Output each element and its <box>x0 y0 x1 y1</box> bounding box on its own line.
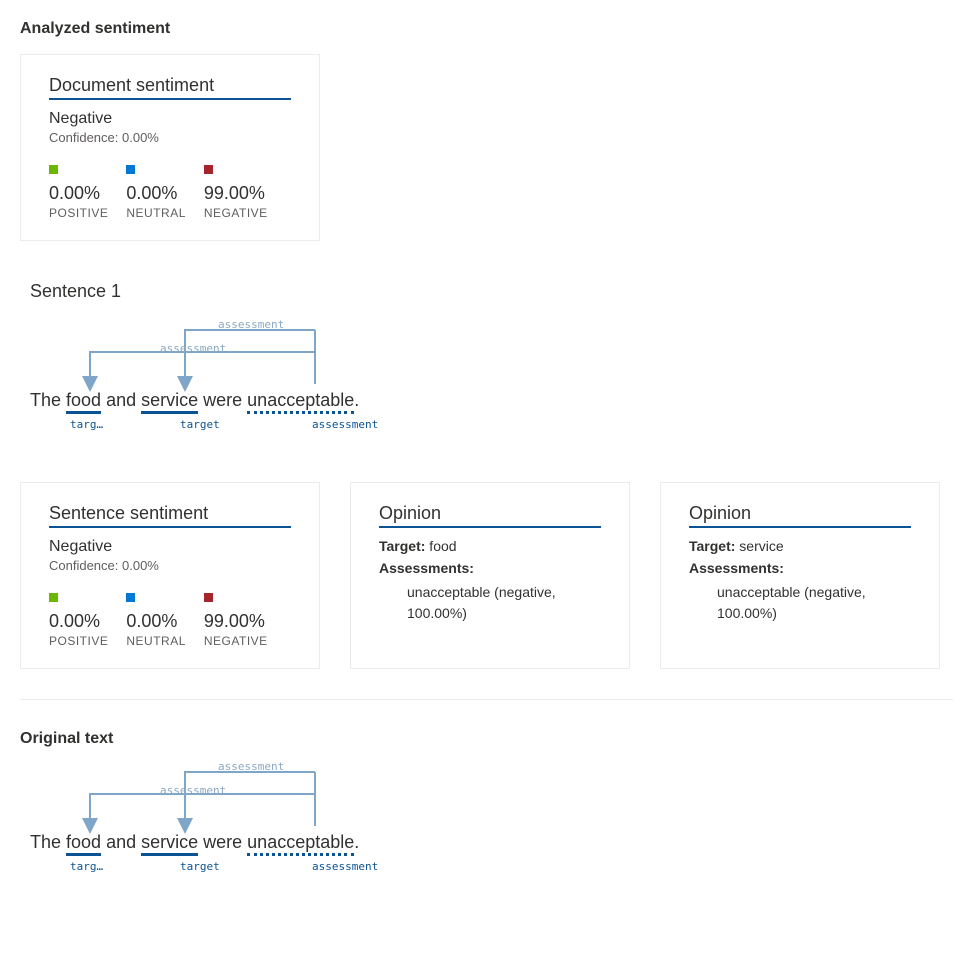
token-the-b: The <box>30 832 66 852</box>
sent-score-negative: 99.00% NEGATIVE <box>204 593 268 648</box>
sentence-verdict: Negative <box>49 538 291 556</box>
token-period: . <box>354 390 359 410</box>
token-and-b: and <box>101 832 141 852</box>
token-food-b: food <box>66 832 101 856</box>
sentence-cards-row: Sentence sentiment Negative Confidence: … <box>20 482 953 669</box>
token-label-assessment-b: assessment <box>312 860 378 873</box>
sent-neutral-label: NEUTRAL <box>126 634 186 648</box>
sentence-confidence: Confidence: 0.00% <box>49 558 291 573</box>
opinion-2-title: Opinion <box>689 503 911 528</box>
original-diagram: assessment assessment The food and servi… <box>30 764 953 884</box>
opinion-2-target: Target: service <box>689 538 911 554</box>
negative-value: 99.00% <box>204 183 268 204</box>
token-were-b: were <box>198 832 247 852</box>
dependency-arrows <box>30 322 470 392</box>
neutral-label: NEUTRAL <box>126 206 186 220</box>
opinion-1-title: Opinion <box>379 503 601 528</box>
opinion-card-2: Opinion Target: service Assessments: una… <box>660 482 940 669</box>
document-scores: 0.00% POSITIVE 0.00% NEUTRAL 99.00% NEGA… <box>49 165 291 220</box>
document-sentiment-title: Document sentiment <box>49 75 291 100</box>
arrow-label-1: assessment <box>218 318 284 331</box>
positive-value: 0.00% <box>49 183 108 204</box>
document-confidence: Confidence: 0.00% <box>49 130 291 145</box>
opinion-card-1: Opinion Target: food Assessments: unacce… <box>350 482 630 669</box>
section-divider <box>20 699 953 700</box>
positive-label: POSITIVE <box>49 206 108 220</box>
sent-neutral-value: 0.00% <box>126 611 186 632</box>
sent-negative-value: 99.00% <box>204 611 268 632</box>
negative-label: NEGATIVE <box>204 206 268 220</box>
token-were: were <box>198 390 247 410</box>
sent-score-neutral: 0.00% NEUTRAL <box>126 593 186 648</box>
sentence-scores: 0.00% POSITIVE 0.00% NEUTRAL 99.00% NEGA… <box>49 593 291 648</box>
sent-negative-label: NEGATIVE <box>204 634 268 648</box>
score-positive: 0.00% POSITIVE <box>49 165 108 220</box>
sentence-diagram: assessment assessment The food and servi… <box>30 322 953 442</box>
token-the: The <box>30 390 66 410</box>
token-and: and <box>101 390 141 410</box>
opinion-2-assess-label: Assessments: <box>689 560 911 576</box>
token-unacceptable: unacceptable <box>247 390 354 414</box>
section-title-analyzed: Analyzed sentiment <box>20 20 953 38</box>
token-label-service-b: target <box>180 860 220 873</box>
score-negative: 99.00% NEGATIVE <box>204 165 268 220</box>
token-service-b: service <box>141 832 198 856</box>
neutral-swatch-icon <box>126 593 135 602</box>
section-title-original: Original text <box>20 730 953 748</box>
token-unacceptable-b: unacceptable <box>247 832 354 856</box>
token-label-food-b: targ… <box>70 860 103 873</box>
token-label-assessment: assessment <box>312 418 378 431</box>
arrow-label-2b: assessment <box>160 784 226 797</box>
document-sentiment-card: Document sentiment Negative Confidence: … <box>20 54 320 241</box>
token-service: service <box>141 390 198 414</box>
positive-swatch-icon <box>49 593 58 602</box>
opinion-1-assess-label: Assessments: <box>379 560 601 576</box>
negative-swatch-icon <box>204 165 213 174</box>
opinion-2-assess-value: unacceptable (negative, 100.00%) <box>717 582 911 624</box>
score-neutral: 0.00% NEUTRAL <box>126 165 186 220</box>
token-label-service: target <box>180 418 220 431</box>
sent-positive-label: POSITIVE <box>49 634 108 648</box>
sentence-text: The food and service were unacceptable. <box>30 390 359 411</box>
original-sentence-text: The food and service were unacceptable. <box>30 832 359 853</box>
sent-score-positive: 0.00% POSITIVE <box>49 593 108 648</box>
token-period-b: . <box>354 832 359 852</box>
sentence-sentiment-title: Sentence sentiment <box>49 503 291 528</box>
neutral-swatch-icon <box>126 165 135 174</box>
arrow-label-2: assessment <box>160 342 226 355</box>
token-food: food <box>66 390 101 414</box>
opinion-1-assess-value: unacceptable (negative, 100.00%) <box>407 582 601 624</box>
neutral-value: 0.00% <box>126 183 186 204</box>
sent-positive-value: 0.00% <box>49 611 108 632</box>
opinion-1-target: Target: food <box>379 538 601 554</box>
negative-swatch-icon <box>204 593 213 602</box>
arrow-label-1b: assessment <box>218 760 284 773</box>
sentence-sentiment-card: Sentence sentiment Negative Confidence: … <box>20 482 320 669</box>
token-label-food: targ… <box>70 418 103 431</box>
document-verdict: Negative <box>49 110 291 128</box>
positive-swatch-icon <box>49 165 58 174</box>
dependency-arrows-2 <box>30 764 470 834</box>
sentence-heading: Sentence 1 <box>30 281 953 302</box>
